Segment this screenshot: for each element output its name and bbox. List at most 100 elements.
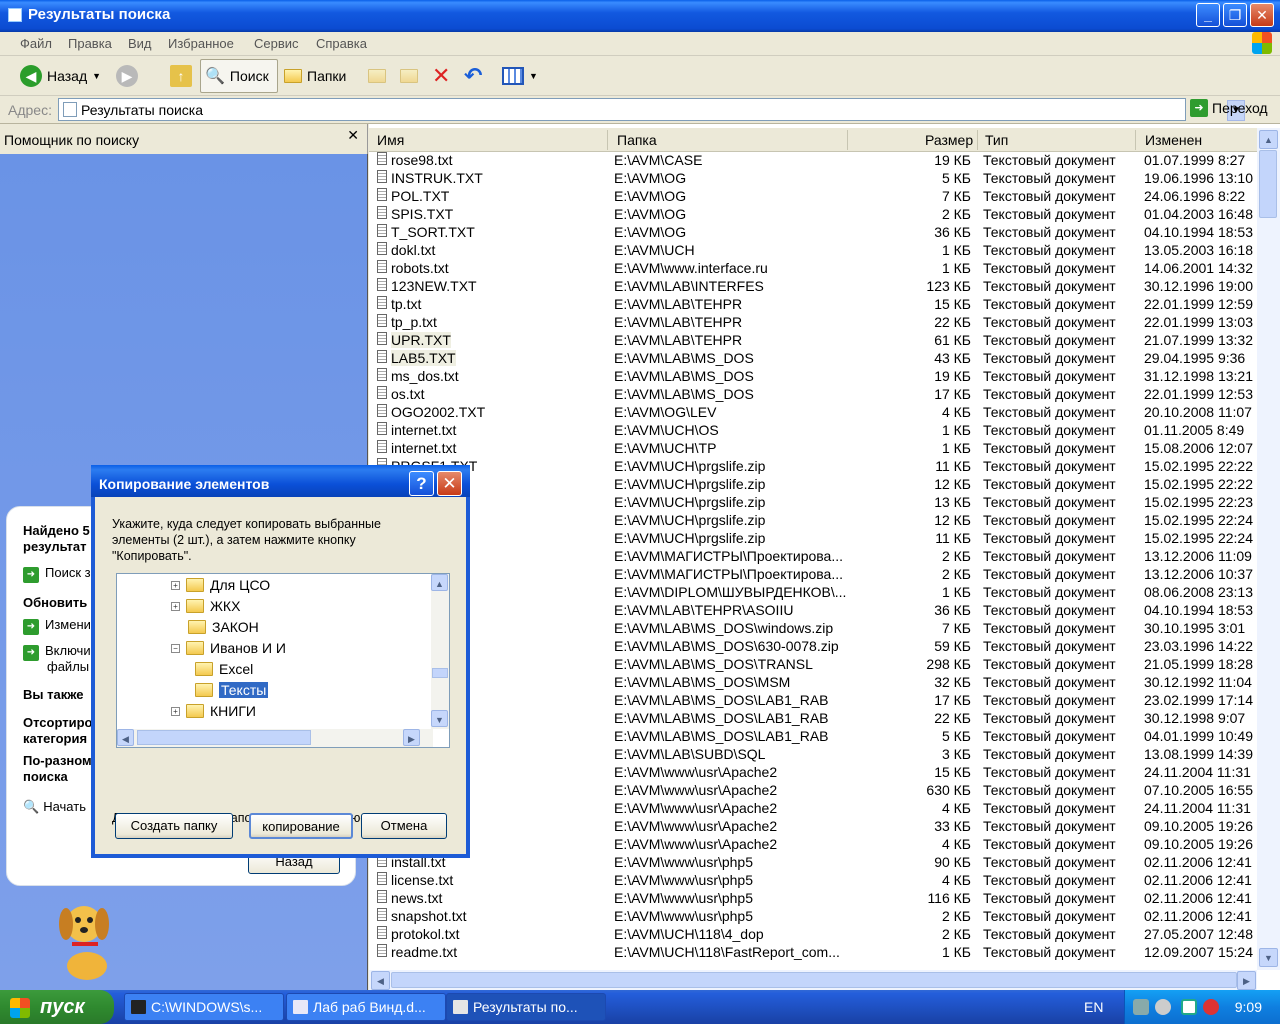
table-row[interactable]: E:\AVM\www\usr\Apache2 4 КБ Текстовый доку… (369, 800, 1257, 818)
tree-node[interactable]: + ЖКХ (171, 596, 240, 616)
table-row[interactable]: E:\AVM\LAB\MS_DOS\LAB1_RAB 17 КБ Текстовый… (369, 692, 1257, 710)
scroll-left-button[interactable]: ◀ (371, 971, 390, 990)
table-row[interactable]: CHE.txtE:\AVM\www\usr\Apache215 КБТексто… (369, 764, 1257, 782)
table-row[interactable]: E:\AVM\LAB\MS_DOS\LAB1_RAB 22 КБ Текстовый… (369, 710, 1257, 728)
tree-node[interactable]: + Для ЦСО (171, 575, 270, 595)
table-row[interactable]: E:\AVM\www\usr\Apache2 33 КБ Текстовый док… (369, 818, 1257, 836)
task-word[interactable]: Лаб раб Винд.d... (286, 993, 446, 1021)
close-button[interactable]: ✕ (1250, 3, 1274, 27)
table-row[interactable]: tp.txt E:\AVM\LAB\TEHPR 15 КБ Текстовый док… (369, 296, 1257, 314)
table-row[interactable]: robots.txt E:\AVM\www.interface.ru 1 КБ Тек… (369, 260, 1257, 278)
sort-link[interactable]: Отсортиро (23, 715, 93, 730)
table-row[interactable]: license.txt E:\AVM\www\usr\php5 4 КБ Тексто… (369, 872, 1257, 890)
horizontal-scrollbar[interactable]: ◀ ▶ (369, 970, 1257, 990)
chevron-down-icon[interactable]: ▼ (92, 71, 101, 81)
cancel-button[interactable]: Отмена (361, 813, 447, 839)
horizontal-scroll-thumb[interactable] (391, 972, 1237, 988)
address-input[interactable]: Результаты поиска ▼ (58, 98, 1245, 121)
undo-button[interactable]: ↶ (460, 59, 486, 93)
table-row[interactable]: snapshot.txt E:\AVM\www\usr\php5 2 КБ Текст… (369, 908, 1257, 926)
search-button[interactable]: 🔍 Поиск (200, 59, 278, 93)
antivirus-icon[interactable] (1203, 999, 1219, 1015)
task-cmd[interactable]: C:\WINDOWS\s... (124, 993, 284, 1021)
menu-favorites[interactable]: Избранное (168, 36, 234, 51)
up-folder-button[interactable]: ↑ (166, 59, 196, 93)
folder-tree[interactable]: + Для ЦСО + ЖКХ ЗАКОН − Иванов И И Excel Тексты +… (116, 573, 450, 748)
column-name[interactable]: Имя (377, 132, 404, 148)
table-row[interactable]: tp_p.txt E:\AVM\LAB\TEHPR 22 КБ Текстовый д… (369, 314, 1257, 332)
menu-tools[interactable]: Сервис (254, 36, 299, 51)
table-row[interactable]: E:\AVM\LAB\MS_DOS\LAB1_RAB 5 КБ Текстовый … (369, 728, 1257, 746)
table-row[interactable]: E:\AVM\МАГИСТРЫ\Проектирова... 2 КБ Тексто… (369, 548, 1257, 566)
table-row[interactable]: rose98.txt E:\AVM\CASE 19 КБ Текстовый доку… (369, 152, 1257, 170)
window-titlebar[interactable]: Результаты поиска _ ❐ ✕ (0, 0, 1280, 32)
table-row[interactable]: LAB5.TXT E:\AVM\LAB\MS_DOS 43 КБ Текстовый … (369, 350, 1257, 368)
task-search-results[interactable]: Результаты по... (446, 993, 606, 1021)
move-to-button[interactable] (364, 59, 390, 93)
create-folder-button[interactable]: Создать папку (115, 813, 233, 839)
tree-scroll-right-button[interactable]: ▶ (403, 729, 420, 746)
table-row[interactable]: INSTRUK.TXT E:\AVM\OG 5 КБ Текстовый докуме… (369, 170, 1257, 188)
tree-node[interactable]: ЗАКОН (171, 617, 259, 637)
table-row[interactable]: UPR.TXT E:\AVM\LAB\TEHPR 61 КБ Текстовый до… (369, 332, 1257, 350)
table-row[interactable]: E:\AVM\www\usr\Apache2 4 КБ Текстовый доку… (369, 836, 1257, 854)
change-link[interactable]: ➜ Измени (23, 617, 91, 635)
table-row[interactable]: internet.txt E:\AVM\UCH\TP 1 КБ Текстовый д… (369, 440, 1257, 458)
table-row[interactable]: E:\AVM\LAB\MS_DOS\TRANSL 298 КБ Текстовый … (369, 656, 1257, 674)
expand-toggle-icon[interactable]: − (171, 643, 180, 653)
dialog-titlebar[interactable]: Копирование элементов ? ✕ (91, 465, 470, 497)
dialog-close-button[interactable]: ✕ (437, 471, 462, 496)
close-panel-icon[interactable]: ✕ (347, 127, 359, 144)
table-row[interactable]: E:\AVM\LAB\MS_DOS\MSM 32 КБ Текстовый доку… (369, 674, 1257, 692)
table-row[interactable]: protokol.txt E:\AVM\UCH\118\4_dop 2 КБ Текс… (369, 926, 1257, 944)
table-row[interactable]: SPIS.TXT E:\AVM\OG 2 КБ Текстовый документ 0… (369, 206, 1257, 224)
table-row[interactable]: T_SORT.TXT E:\AVM\OG 36 КБ Текстовый докуме… (369, 224, 1257, 242)
folders-button[interactable]: Папки (280, 59, 350, 93)
go-button[interactable]: ➜ Переход (1190, 99, 1268, 117)
menu-help[interactable]: Справка (316, 36, 367, 51)
table-row[interactable]: 123NEW.TXT E:\AVM\LAB\INTERFES 123 КБ Текст… (369, 278, 1257, 296)
tree-node[interactable]: Excel (195, 659, 253, 679)
minimize-button[interactable]: _ (1196, 3, 1220, 27)
copy-button[interactable]: копирование (249, 813, 353, 839)
vertical-scroll-thumb[interactable] (1259, 150, 1277, 218)
table-row[interactable]: internet.txt E:\AVM\UCH\OS 1 КБ Текстовый д… (369, 422, 1257, 440)
views-button[interactable]: ▼ (498, 59, 542, 93)
tree-scroll-down-button[interactable]: ▼ (431, 710, 448, 727)
column-size[interactable]: Размер (925, 132, 973, 148)
tree-node[interactable]: Тексты (195, 680, 269, 700)
table-row[interactable]: E:\AVM\МАГИСТРЫ\Проектирова... 2 КБ Тексто… (369, 566, 1257, 584)
language-indicator[interactable]: EN (1084, 999, 1103, 1015)
tree-node[interactable]: + КНИГИ (171, 701, 256, 721)
table-row[interactable]: E:\AVM\UCH\prgslife.zip 13 КБ Текстовый до… (369, 494, 1257, 512)
network-icon[interactable] (1133, 999, 1149, 1015)
table-row[interactable]: os.txt E:\AVM\LAB\MS_DOS 17 КБ Текстовый до… (369, 386, 1257, 404)
scroll-down-button[interactable]: ▼ (1259, 948, 1278, 967)
table-row[interactable]: PRGSF1.TXTE:\AVM\UCH\prgslife.zip11 КБТе… (369, 458, 1257, 476)
tree-vertical-thumb[interactable] (432, 668, 448, 678)
scroll-right-button[interactable]: ▶ (1237, 971, 1256, 990)
expand-toggle-icon[interactable]: + (171, 601, 180, 611)
table-row[interactable]: E:\AVM\DIPLOM\ШУВЫРДЕНКОВ\... 1 КБ Текстов… (369, 584, 1257, 602)
table-row[interactable]: E:\AVM\LAB\SUBD\SQL 3 КБ Текстовый докумен… (369, 746, 1257, 764)
tree-scroll-left-button[interactable]: ◀ (117, 729, 134, 746)
expand-toggle-icon[interactable]: + (171, 580, 180, 590)
table-row[interactable]: E:\AVM\LAB\TEHPR\ASOIIU 36 КБ Текстовый до… (369, 602, 1257, 620)
various-link[interactable]: По-разном (23, 753, 92, 768)
menu-edit[interactable]: Правка (68, 36, 112, 51)
copy-to-button[interactable] (396, 59, 422, 93)
start-button[interactable]: пуск (0, 990, 114, 1024)
table-row[interactable]: install.txt E:\AVM\www\usr\php5 90 КБ Текст… (369, 854, 1257, 872)
table-row[interactable]: E:\AVM\UCH\prgslife.zip 12 КБ Текстовый до… (369, 512, 1257, 530)
table-row[interactable]: E:\AVM\LAB\MS_DOS\windows.zip 7 КБ Текстов… (369, 620, 1257, 638)
menu-file[interactable]: Файл (20, 36, 52, 51)
tree-horizontal-scrollbar[interactable]: ◀ ▶ (117, 729, 433, 747)
back-button[interactable]: ◀ Назад ▼ (16, 59, 105, 93)
table-row[interactable]: ms_dos.txt E:\AVM\LAB\MS_DOS 19 КБ Текстовы… (369, 368, 1257, 386)
search-in-link[interactable]: ➜ Поиск з (23, 565, 91, 583)
menu-view[interactable]: Вид (128, 36, 152, 51)
table-row[interactable]: E:\AVM\www\usr\Apache2 630 КБ Текстовый до… (369, 782, 1257, 800)
start-link[interactable]: 🔍 Начать (23, 799, 86, 815)
audio-icon[interactable] (1155, 999, 1171, 1015)
vertical-scrollbar[interactable]: ▲ ▼ (1257, 128, 1280, 970)
